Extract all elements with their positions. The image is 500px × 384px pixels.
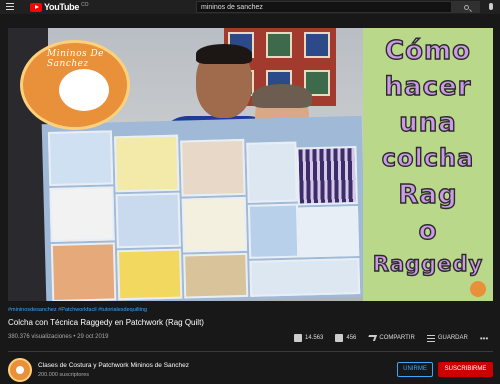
- search-button[interactable]: [452, 1, 480, 13]
- more-actions-icon[interactable]: •••: [480, 334, 488, 343]
- man-hair: [196, 44, 252, 64]
- title-word-3: una: [399, 107, 457, 138]
- save-label: GUARDAR: [437, 335, 468, 341]
- title-word-2: hacer: [384, 71, 472, 102]
- channel-avatar[interactable]: [8, 358, 32, 382]
- search-input[interactable]: mininos de sanchez: [196, 1, 452, 13]
- dislike-count: 456: [346, 335, 357, 341]
- hamburger-menu-icon[interactable]: [6, 3, 14, 10]
- title-word-5: Rag: [398, 179, 458, 210]
- share-button[interactable]: COMPARTIR: [367, 335, 415, 341]
- youtube-country-code: CO: [81, 1, 89, 8]
- title-word-4: colcha: [381, 143, 475, 172]
- subscribe-button[interactable]: SUSCRIBIRME: [438, 362, 493, 377]
- title-word-6: o: [418, 215, 438, 246]
- share-icon: [367, 335, 378, 341]
- view-count-date: 380.376 visualizaciones • 29 oct 2019: [8, 334, 109, 340]
- microphone-icon[interactable]: [489, 3, 493, 10]
- subscriber-count: 200.000 suscriptores: [38, 372, 90, 378]
- thumbs-down-icon: [335, 334, 344, 342]
- woman-hair: [252, 84, 312, 108]
- like-button[interactable]: 14.563: [294, 334, 323, 342]
- channel-logo-overlay: Mininos De Sanchez: [20, 40, 130, 130]
- youtube-logo-text: YouTube: [44, 2, 80, 12]
- join-button[interactable]: UNIRME: [397, 362, 433, 377]
- video-player[interactable]: Mininos De Sanchez Cómo hacer una colcha…: [8, 28, 493, 301]
- rag-quilt: [41, 115, 367, 301]
- logo-overlay-text: Mininos De Sanchez: [47, 49, 105, 69]
- cat-logo-icon: [59, 69, 109, 111]
- channel-watermark-icon[interactable]: [470, 281, 486, 297]
- share-label: COMPARTIR: [379, 335, 415, 341]
- like-count: 14.563: [305, 335, 324, 341]
- video-actions: 14.563 456 COMPARTIR GUARDAR •••: [294, 331, 488, 345]
- playlist-add-icon: [426, 334, 435, 342]
- video-title: Colcha con Técnica Raggedy en Patchwork …: [8, 318, 204, 327]
- dislike-button[interactable]: 456: [335, 334, 356, 342]
- top-bar: YouTube CO mininos de sanchez: [0, 0, 500, 14]
- search-icon: [463, 4, 469, 10]
- title-word-1: Cómo: [384, 35, 471, 66]
- channel-name[interactable]: Clases de Costura y Patchwork Mininos de…: [38, 362, 189, 369]
- youtube-logo[interactable]: YouTube CO: [30, 2, 89, 12]
- video-title-panel: Cómo hacer una colcha Rag o Raggedy: [363, 28, 493, 301]
- title-word-7: Raggedy: [372, 251, 484, 276]
- thumbs-up-icon: [294, 334, 302, 342]
- save-button[interactable]: GUARDAR: [426, 334, 468, 342]
- hashtags-link[interactable]: #mininosdesanchez #Patchworkfacil #tutor…: [8, 307, 147, 313]
- youtube-play-icon: [30, 2, 42, 12]
- divider: [8, 351, 493, 352]
